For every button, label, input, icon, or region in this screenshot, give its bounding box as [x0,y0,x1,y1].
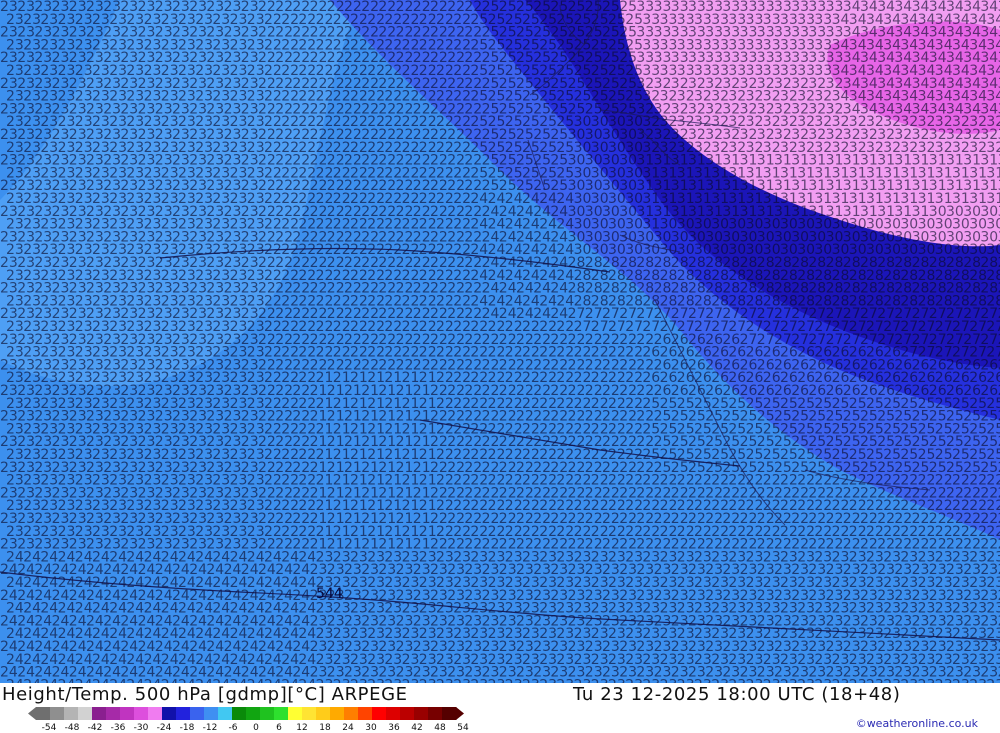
colorbar-segment [442,707,457,720]
colorbar-segment [218,707,233,720]
colorbar-tick-label: -42 [87,723,103,733]
colorbar-segment [246,707,261,720]
colorbar-segment [162,707,177,720]
colorbar-tick-label: -24 [156,723,172,733]
colorbar-tick-label: 24 [342,723,354,733]
colorbar-tick-label: 30 [365,723,377,733]
colorbar-segment [428,707,443,720]
colorbar-segment [260,707,275,720]
colorbar-tick-label: 48 [434,723,446,733]
colorbar-tick-label: 18 [319,723,331,733]
map-footer: Height/Temp. 500 hPa [gdmp][°C] ARPEGE T… [0,683,1000,733]
colorbar-segment [274,707,289,720]
colorbar-tick-label: -48 [64,723,80,733]
colorbar-segment [330,707,345,720]
colorbar-tick-label: -54 [41,723,57,733]
colorbar-left-arrow [28,707,36,720]
colorbar-segment [386,707,401,720]
colorbar-tick-label: -12 [202,723,218,733]
colorbar-segment [204,707,219,720]
colorbar-segment [176,707,191,720]
colorbar-segment [190,707,205,720]
colorbar-segment [78,707,93,720]
credit-link[interactable]: ©weatheronline.co.uk [856,717,978,730]
colorbar-tick-label: 42 [411,723,423,733]
colorbar-segment [106,707,121,720]
colorbar-right-arrow [456,707,464,720]
colorbar-tick-label: -18 [179,723,195,733]
colorbar-segment [288,707,303,720]
colorbar-segment [134,707,149,720]
weather-map: 23 23 23 23 23 23 23 23 23 23 23 23 23 23 23 22 22 22 22 22… [0,0,1000,683]
colorbar-tick-label: 6 [276,723,282,733]
colorbar-segment [36,707,51,720]
colorbar-segment [50,707,65,720]
colorbar-segment [414,707,429,720]
colorbar-segment [302,707,317,720]
colorbar-segment [64,707,79,720]
colorbar-segment [120,707,135,720]
colorbar-tick-label: -30 [133,723,149,733]
valid-time: Tu 23 12-2025 18:00 UTC (18+48) [573,684,901,705]
colorbar-tick-label: -6 [228,723,238,733]
colorbar-tick-label: 54 [457,723,469,733]
temperature-colorbar [28,707,464,720]
contour-label-544: 544 [316,586,343,602]
colorbar-segment [92,707,107,720]
colorbar-tick-label: 12 [296,723,308,733]
colorbar-segment [148,707,163,720]
colorbar-segment [232,707,247,720]
colorbar-segment [400,707,415,720]
colorbar-segment [316,707,331,720]
colorbar-segment [372,707,387,720]
colorbar-tick-label: -36 [110,723,126,733]
map-title: Height/Temp. 500 hPa [gdmp][°C] ARPEGE [2,684,408,705]
colorbar-tick-label: 0 [253,723,259,733]
colorbar-segment [358,707,373,720]
colorbar-tick-label: 36 [388,723,400,733]
colorbar-segment [344,707,359,720]
temperature-value-grid: 23 23 23 23 23 23 23 23 23 23 23 23 23 23 23 22 22 22 22 22… [0,0,1000,683]
